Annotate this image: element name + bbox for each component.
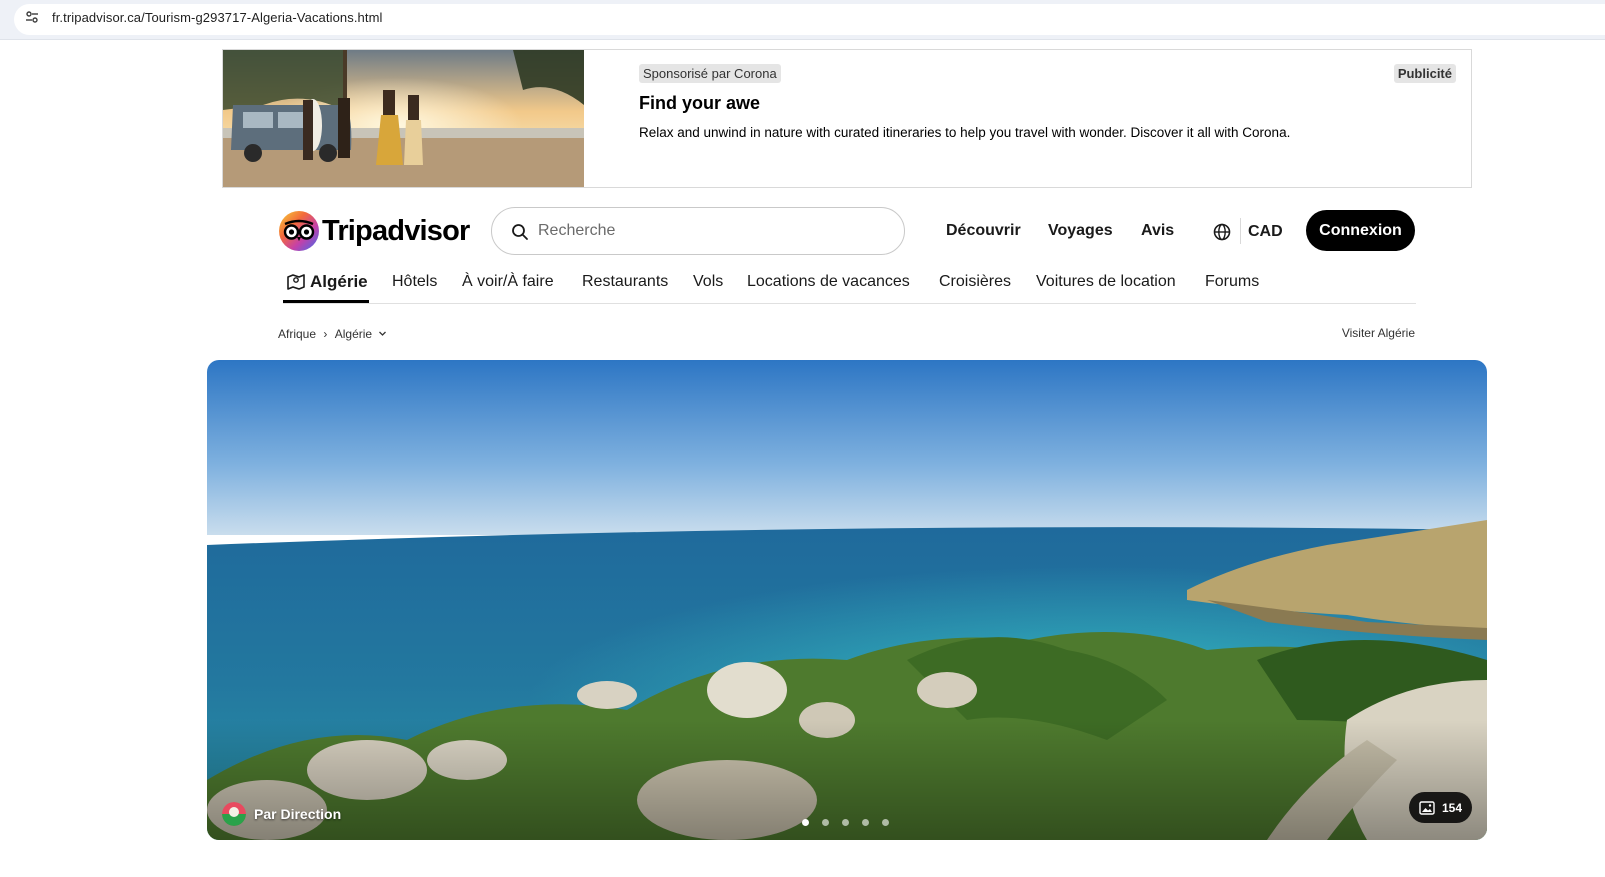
chevron-right-icon: › <box>323 326 328 341</box>
search-icon <box>512 224 528 240</box>
image-icon <box>1419 800 1435 815</box>
breadcrumb-algeria[interactable]: Algérie <box>335 327 372 341</box>
logo-text: Tripadvisor <box>322 214 470 247</box>
tripadvisor-logo[interactable]: Tripadvisor <box>278 210 470 252</box>
ad-title[interactable]: Find your awe <box>639 93 760 114</box>
search-bar[interactable] <box>491 207 905 255</box>
destination-subnav: Algérie Hôtels À voir/À faire Restaurant… <box>283 262 1416 304</box>
subnav-car-rentals[interactable]: Voitures de location <box>1036 273 1176 291</box>
carousel-dots <box>802 819 902 826</box>
subnav-cruises[interactable]: Croisières <box>939 273 1011 291</box>
ad-image[interactable] <box>223 50 584 187</box>
carousel-dot[interactable] <box>822 819 829 826</box>
photo-credit-text: Par Direction <box>254 806 342 822</box>
subnav-flights[interactable]: Vols <box>693 273 723 291</box>
breadcrumb-africa[interactable]: Afrique <box>278 327 316 341</box>
chevron-down-icon[interactable] <box>378 329 387 338</box>
photo-credit[interactable]: Par Direction <box>222 802 341 826</box>
sponsored-label: Sponsorisé par Corona <box>639 64 781 83</box>
subnav-algeria[interactable]: Algérie <box>310 272 368 292</box>
advertisement-label: Publicité <box>1393 64 1456 83</box>
currency-divider <box>1240 218 1241 244</box>
url-text[interactable]: fr.tripadvisor.ca/Tourism-g293717-Algeri… <box>52 10 383 25</box>
login-button[interactable]: Connexion <box>1306 210 1415 251</box>
photo-count-button[interactable]: 154 <box>1408 792 1472 823</box>
carousel-dot[interactable] <box>842 819 849 826</box>
subnav-forums[interactable]: Forums <box>1205 273 1259 291</box>
hero-scene <box>207 360 1487 840</box>
subnav-things-to-do[interactable]: À voir/À faire <box>462 273 554 291</box>
site-settings-icon[interactable] <box>24 9 40 25</box>
carousel-dot[interactable] <box>882 819 889 826</box>
carousel-dot[interactable] <box>862 819 869 826</box>
subnav-hotels[interactable]: Hôtels <box>392 273 437 291</box>
currency-selector[interactable]: CAD <box>1248 223 1283 241</box>
subnav-restaurants[interactable]: Restaurants <box>582 273 668 291</box>
search-input[interactable] <box>536 218 876 244</box>
carousel-dot[interactable] <box>802 819 809 826</box>
sponsored-ad-banner[interactable]: Sponsorisé par Corona Find your awe Rela… <box>222 49 1472 188</box>
hero-photo[interactable]: Par Direction 154 <box>207 360 1487 840</box>
subnav-vacation-rentals[interactable]: Locations de vacances <box>747 273 910 291</box>
photo-count-text: 154 <box>1441 800 1462 815</box>
globe-icon[interactable] <box>1212 222 1232 242</box>
active-tab-underline <box>283 300 369 303</box>
breadcrumb: Afrique › Algérie <box>278 326 387 341</box>
avatar <box>222 802 246 826</box>
ad-description: Relax and unwind in nature with curated … <box>639 125 1291 140</box>
browser-address-bar: fr.tripadvisor.ca/Tourism-g293717-Algeri… <box>0 0 1605 40</box>
visit-algeria-link[interactable]: Visiter Algérie <box>1342 326 1415 340</box>
nav-reviews[interactable]: Avis <box>1141 222 1174 240</box>
owl-logo-icon <box>279 211 319 251</box>
nav-discover[interactable]: Découvrir <box>946 222 1021 240</box>
nav-trips[interactable]: Voyages <box>1048 222 1113 240</box>
map-icon <box>287 274 305 290</box>
